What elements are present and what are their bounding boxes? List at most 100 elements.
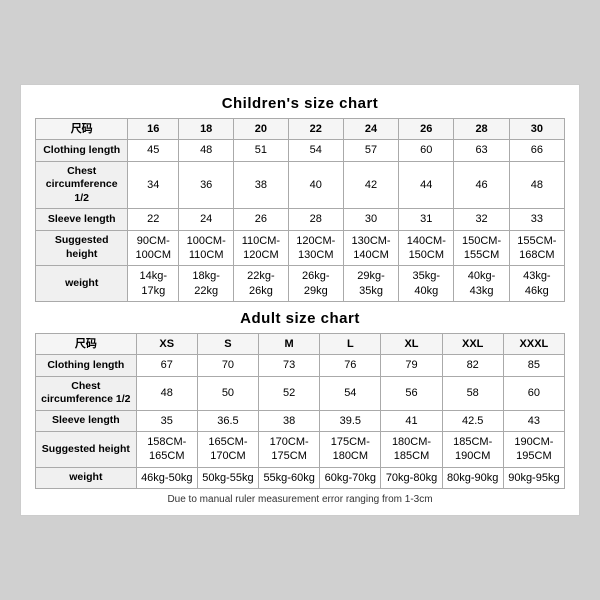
table-row: weight14kg-17kg18kg-22kg22kg-26kg26kg-29… [36, 266, 565, 302]
cell-value: 185CM-190CM [442, 432, 503, 468]
cell-value: 35 [136, 410, 197, 431]
col-header-size: XS [136, 333, 197, 354]
col-header-size: 18 [179, 118, 234, 139]
adult-header-row: 尺码XSSMLXLXXLXXXL [36, 333, 565, 354]
col-header-size: XXXL [503, 333, 564, 354]
cell-value: 60 [399, 140, 454, 161]
row-label: Clothing length [36, 140, 128, 161]
cell-value: 40 [288, 161, 343, 209]
cell-value: 43 [503, 410, 564, 431]
col-header-size: XL [381, 333, 442, 354]
col-header-label: 尺码 [36, 118, 128, 139]
cell-value: 50kg-55kg [197, 467, 258, 488]
cell-value: 54 [320, 376, 381, 410]
cell-value: 46kg-50kg [136, 467, 197, 488]
cell-value: 140CM-150CM [399, 230, 454, 266]
table-row: Chest circumference 1/23436384042444648 [36, 161, 565, 209]
cell-value: 80kg-90kg [442, 467, 503, 488]
cell-value: 29kg-35kg [343, 266, 398, 302]
cell-value: 26kg-29kg [288, 266, 343, 302]
adult-chart-title: Adult size chart [35, 310, 565, 327]
cell-value: 57 [343, 140, 398, 161]
cell-value: 66 [509, 140, 564, 161]
cell-value: 44 [399, 161, 454, 209]
cell-value: 170CM-175CM [259, 432, 320, 468]
cell-value: 55kg-60kg [259, 467, 320, 488]
cell-value: 60 [503, 376, 564, 410]
footer-note: Due to manual ruler measurement error ra… [35, 494, 565, 505]
cell-value: 165CM-170CM [197, 432, 258, 468]
cell-value: 22kg-26kg [234, 266, 288, 302]
cell-value: 38 [259, 410, 320, 431]
cell-value: 42.5 [442, 410, 503, 431]
cell-value: 130CM-140CM [343, 230, 398, 266]
cell-value: 90kg-95kg [503, 467, 564, 488]
table-row: Chest circumference 1/248505254565860 [36, 376, 565, 410]
cell-value: 70kg-80kg [381, 467, 442, 488]
cell-value: 35kg-40kg [399, 266, 454, 302]
cell-value: 82 [442, 355, 503, 376]
col-header-size: M [259, 333, 320, 354]
cell-value: 46 [454, 161, 509, 209]
row-label: Clothing length [36, 355, 137, 376]
table-row: weight46kg-50kg50kg-55kg55kg-60kg60kg-70… [36, 467, 565, 488]
cell-value: 58 [442, 376, 503, 410]
cell-value: 110CM-120CM [234, 230, 288, 266]
col-header-size: S [197, 333, 258, 354]
children-chart-title: Children's size chart [35, 95, 565, 112]
children-header-row: 尺码1618202224262830 [36, 118, 565, 139]
cell-value: 60kg-70kg [320, 467, 381, 488]
row-label: Chest circumference 1/2 [36, 376, 137, 410]
cell-value: 73 [259, 355, 320, 376]
row-label: Chest circumference 1/2 [36, 161, 128, 209]
row-label: Sleeve length [36, 410, 137, 431]
col-header-size: XXL [442, 333, 503, 354]
table-row: Suggested height90CM-100CM100CM-110CM110… [36, 230, 565, 266]
col-header-size: 30 [509, 118, 564, 139]
table-row: Suggested height158CM-165CM165CM-170CM17… [36, 432, 565, 468]
cell-value: 41 [381, 410, 442, 431]
cell-value: 14kg-17kg [128, 266, 179, 302]
table-row: Sleeve length2224262830313233 [36, 209, 565, 230]
cell-value: 100CM-110CM [179, 230, 234, 266]
cell-value: 79 [381, 355, 442, 376]
cell-value: 56 [381, 376, 442, 410]
row-label: Suggested height [36, 230, 128, 266]
table-row: Clothing length67707376798285 [36, 355, 565, 376]
cell-value: 150CM-155CM [454, 230, 509, 266]
row-label: Sleeve length [36, 209, 128, 230]
cell-value: 48 [136, 376, 197, 410]
cell-value: 36 [179, 161, 234, 209]
cell-value: 63 [454, 140, 509, 161]
cell-value: 18kg-22kg [179, 266, 234, 302]
cell-value: 30 [343, 209, 398, 230]
cell-value: 158CM-165CM [136, 432, 197, 468]
cell-value: 26 [234, 209, 288, 230]
cell-value: 76 [320, 355, 381, 376]
table-row: Clothing length4548515457606366 [36, 140, 565, 161]
cell-value: 155CM-168CM [509, 230, 564, 266]
cell-value: 175CM-180CM [320, 432, 381, 468]
cell-value: 180CM-185CM [381, 432, 442, 468]
row-label: Suggested height [36, 432, 137, 468]
col-header-size: 22 [288, 118, 343, 139]
cell-value: 24 [179, 209, 234, 230]
size-chart-container: Children's size chart 尺码1618202224262830… [20, 84, 580, 516]
cell-value: 67 [136, 355, 197, 376]
table-row: Sleeve length3536.53839.54142.543 [36, 410, 565, 431]
col-header-size: 28 [454, 118, 509, 139]
cell-value: 50 [197, 376, 258, 410]
cell-value: 90CM-100CM [128, 230, 179, 266]
col-header-label: 尺码 [36, 333, 137, 354]
col-header-size: 16 [128, 118, 179, 139]
cell-value: 31 [399, 209, 454, 230]
cell-value: 36.5 [197, 410, 258, 431]
row-label: weight [36, 266, 128, 302]
cell-value: 48 [509, 161, 564, 209]
cell-value: 120CM-130CM [288, 230, 343, 266]
row-label: weight [36, 467, 137, 488]
cell-value: 34 [128, 161, 179, 209]
cell-value: 33 [509, 209, 564, 230]
cell-value: 32 [454, 209, 509, 230]
cell-value: 40kg-43kg [454, 266, 509, 302]
